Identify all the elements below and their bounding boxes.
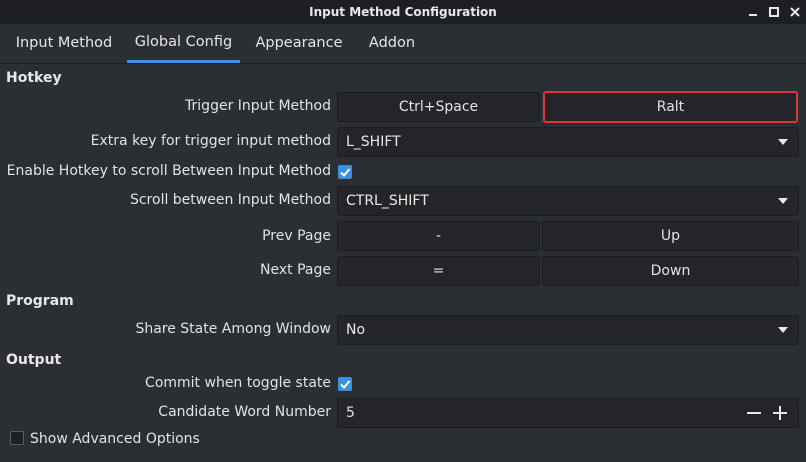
maximize-icon[interactable] bbox=[769, 7, 779, 17]
chevron-down-icon bbox=[778, 198, 788, 204]
next-page-key-2-button[interactable]: Down bbox=[542, 256, 799, 286]
section-output: Output bbox=[6, 352, 62, 368]
prev-page-key-1-button[interactable]: - bbox=[337, 221, 540, 251]
candidate-word-number-stepper[interactable]: 5 bbox=[337, 398, 799, 428]
window-title: Input Method Configuration bbox=[309, 5, 497, 19]
tab-bar: Input Method Global Config Appearance Ad… bbox=[0, 24, 806, 64]
title-bar: Input Method Configuration bbox=[0, 0, 806, 24]
prev-page-key-2-button[interactable]: Up bbox=[542, 221, 799, 251]
section-program: Program bbox=[6, 293, 74, 309]
next-page-key-1-button[interactable]: = bbox=[337, 256, 540, 286]
tab-input-method[interactable]: Input Method bbox=[8, 24, 120, 62]
plus-icon[interactable] bbox=[770, 399, 790, 427]
prev-page-label: Prev Page bbox=[262, 228, 331, 244]
trigger-input-method-label: Trigger Input Method bbox=[185, 98, 331, 114]
tab-appearance[interactable]: Appearance bbox=[248, 24, 350, 62]
commit-toggle-checkbox[interactable] bbox=[338, 377, 352, 391]
check-icon bbox=[340, 168, 351, 177]
candidate-word-number-label: Candidate Word Number bbox=[158, 404, 331, 420]
chevron-down-icon bbox=[778, 139, 788, 145]
close-icon[interactable] bbox=[790, 7, 800, 17]
extra-key-label: Extra key for trigger input method bbox=[90, 133, 331, 149]
minus-icon[interactable] bbox=[744, 399, 764, 427]
window-controls bbox=[748, 0, 800, 24]
scroll-between-label: Scroll between Input Method bbox=[129, 192, 331, 208]
extra-key-value: L_SHIFT bbox=[346, 134, 401, 150]
check-icon bbox=[340, 380, 351, 389]
section-hotkey: Hotkey bbox=[6, 70, 62, 86]
show-advanced-label[interactable]: Show Advanced Options bbox=[30, 431, 200, 447]
share-state-label: Share State Among Window bbox=[135, 321, 331, 337]
show-advanced-checkbox[interactable] bbox=[10, 431, 24, 445]
next-page-label: Next Page bbox=[260, 262, 331, 278]
candidate-word-number-value[interactable]: 5 bbox=[346, 405, 355, 421]
enable-hotkey-scroll-label: Enable Hotkey to scroll Between Input Me… bbox=[6, 163, 331, 179]
extra-key-select[interactable]: L_SHIFT bbox=[337, 127, 799, 157]
global-config-panel: Hotkey Trigger Input Method Ctrl+Space R… bbox=[0, 64, 806, 462]
minimize-icon[interactable] bbox=[748, 7, 758, 17]
chevron-down-icon bbox=[778, 327, 788, 333]
scroll-between-select[interactable]: CTRL_SHIFT bbox=[337, 186, 799, 216]
tab-global-config[interactable]: Global Config bbox=[127, 24, 240, 63]
share-state-value: No bbox=[346, 322, 366, 338]
trigger-key-2-button[interactable]: Ralt bbox=[543, 91, 798, 123]
commit-toggle-label: Commit when toggle state bbox=[145, 375, 331, 391]
tab-addon[interactable]: Addon bbox=[358, 24, 426, 62]
enable-hotkey-scroll-checkbox[interactable] bbox=[338, 165, 352, 179]
trigger-key-1-button[interactable]: Ctrl+Space bbox=[337, 92, 540, 122]
share-state-select[interactable]: No bbox=[337, 315, 799, 345]
scroll-between-value: CTRL_SHIFT bbox=[346, 193, 429, 209]
